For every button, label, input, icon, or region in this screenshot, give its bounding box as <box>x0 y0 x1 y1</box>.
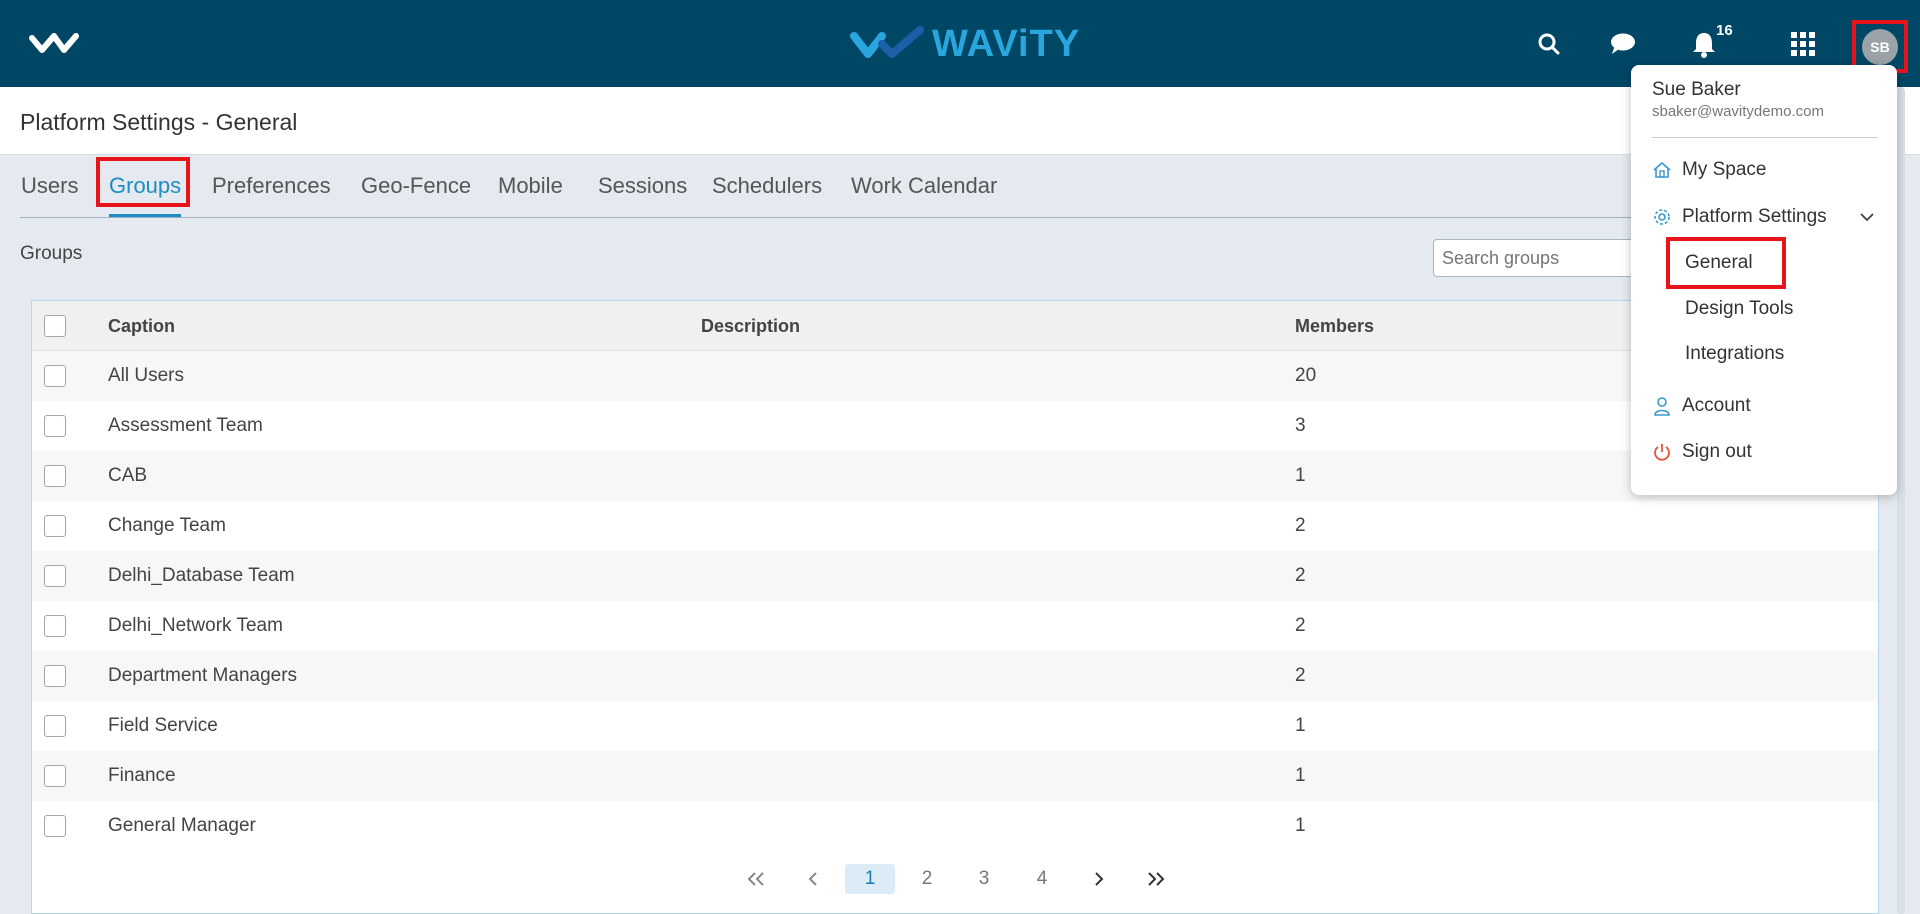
next-page-icon[interactable] <box>1074 864 1124 894</box>
menu-divider <box>1652 137 1878 138</box>
menu-item-label: My Space <box>1682 159 1767 180</box>
tab-mobile[interactable]: Mobile <box>498 173 563 199</box>
page-4-button[interactable]: 4 <box>1017 864 1067 894</box>
search-icon[interactable] <box>1531 26 1567 62</box>
page-2-button[interactable]: 2 <box>902 864 952 894</box>
cell-members: 1 <box>1295 765 1306 786</box>
cell-members: 2 <box>1295 515 1306 536</box>
cell-caption[interactable]: Assessment Team <box>108 415 263 437</box>
groups-table: Caption Description Members All Users 20… <box>31 300 1879 914</box>
cell-caption[interactable]: Delhi_Database Team <box>108 565 295 587</box>
active-tab-underline <box>109 214 181 217</box>
tab-sessions[interactable]: Sessions <box>598 173 687 199</box>
avatar[interactable]: SB <box>1862 28 1898 65</box>
cell-caption[interactable]: General Manager <box>108 815 256 837</box>
search-groups-input[interactable] <box>1433 239 1663 277</box>
previous-page-icon[interactable] <box>788 864 838 894</box>
cell-members: 1 <box>1295 815 1306 836</box>
tab-schedulers[interactable]: Schedulers <box>712 173 822 199</box>
cell-members: 2 <box>1295 615 1306 636</box>
cell-caption[interactable]: Field Service <box>108 715 218 737</box>
section-label: Groups <box>20 243 83 264</box>
row-checkbox[interactable] <box>44 665 66 687</box>
chat-icon[interactable] <box>1605 26 1641 62</box>
tab-work-calendar[interactable]: Work Calendar <box>851 173 997 199</box>
cell-members: 1 <box>1295 715 1306 736</box>
cell-members: 3 <box>1295 415 1306 436</box>
row-checkbox[interactable] <box>44 815 66 837</box>
user-icon <box>1652 396 1672 416</box>
cell-caption[interactable]: Delhi_Network Team <box>108 615 283 637</box>
home-icon <box>1652 160 1672 180</box>
row-checkbox[interactable] <box>44 765 66 787</box>
tab-users[interactable]: Users <box>21 173 78 199</box>
tab-preferences[interactable]: Preferences <box>212 173 331 199</box>
menu-item-account[interactable]: Account <box>1652 391 1751 421</box>
user-name: Sue Baker <box>1652 79 1741 100</box>
brand-logo: WAViTY <box>850 22 1080 66</box>
row-checkbox[interactable] <box>44 615 66 637</box>
first-page-icon[interactable] <box>731 864 781 894</box>
column-header-description[interactable]: Description <box>701 316 800 337</box>
apps-grid-icon[interactable] <box>1785 26 1821 62</box>
row-checkbox[interactable] <box>44 465 66 487</box>
notification-badge: 16 <box>1716 22 1733 39</box>
cell-caption[interactable]: Department Managers <box>108 665 297 687</box>
table-row[interactable]: General Manager 1 <box>32 801 1878 851</box>
menu-item-platform-settings[interactable]: Platform Settings <box>1652 202 1878 232</box>
tab-groups[interactable]: Groups <box>109 173 181 199</box>
brand-check-icon <box>850 26 924 58</box>
column-header-caption[interactable]: Caption <box>108 316 175 337</box>
cell-members: 2 <box>1295 565 1306 586</box>
row-checkbox[interactable] <box>44 565 66 587</box>
row-checkbox[interactable] <box>44 365 66 387</box>
power-icon <box>1652 442 1672 462</box>
submenu-item-design-tools[interactable]: Design Tools <box>1685 294 1793 324</box>
table-row[interactable]: CAB 1 <box>32 451 1878 501</box>
last-page-icon[interactable] <box>1131 864 1181 894</box>
cell-members: 2 <box>1295 665 1306 686</box>
page-title: Platform Settings - General <box>20 109 298 135</box>
menu-item-my-space[interactable]: My Space <box>1652 155 1766 185</box>
cell-members: 1 <box>1295 465 1306 486</box>
chevron-down-icon[interactable] <box>1858 208 1876 232</box>
submenu-item-integrations[interactable]: Integrations <box>1685 339 1784 369</box>
menu-item-label: Sign out <box>1682 441 1752 462</box>
row-checkbox[interactable] <box>44 415 66 437</box>
user-email: sbaker@wavitydemo.com <box>1652 103 1824 120</box>
table-row[interactable]: Change Team 2 <box>32 501 1878 551</box>
row-checkbox[interactable] <box>44 715 66 737</box>
column-header-members[interactable]: Members <box>1295 316 1374 337</box>
table-row[interactable]: Finance 1 <box>32 751 1878 801</box>
table-header: Caption Description Members <box>32 301 1878 351</box>
home-logo-icon[interactable] <box>28 28 88 60</box>
menu-item-label: Platform Settings <box>1682 206 1827 227</box>
table-row[interactable]: Delhi_Network Team 2 <box>32 601 1878 651</box>
cell-caption[interactable]: CAB <box>108 465 147 487</box>
select-all-checkbox[interactable] <box>44 315 66 337</box>
tab-geo-fence[interactable]: Geo-Fence <box>361 173 471 199</box>
menu-item-label: Account <box>1682 395 1751 416</box>
settings-tabs: Users Groups Preferences Geo-Fence Mobil… <box>20 155 1875 218</box>
page-scrollbar[interactable] <box>1897 87 1905 914</box>
cell-caption[interactable]: All Users <box>108 365 184 387</box>
table-row[interactable]: Delhi_Database Team 2 <box>32 551 1878 601</box>
gear-icon <box>1652 207 1672 227</box>
brand-name: WAViTY <box>932 22 1081 65</box>
table-row[interactable]: Department Managers 2 <box>32 651 1878 701</box>
page-1-button[interactable]: 1 <box>845 864 895 894</box>
cell-caption[interactable]: Finance <box>108 765 176 787</box>
user-menu-dropdown: Sue Baker sbaker@wavitydemo.com My Space… <box>1631 65 1897 495</box>
table-row[interactable]: Assessment Team 3 <box>32 401 1878 451</box>
submenu-item-general[interactable]: General <box>1685 248 1753 278</box>
table-row[interactable]: Field Service 1 <box>32 701 1878 751</box>
page-3-button[interactable]: 3 <box>959 864 1009 894</box>
cell-members: 20 <box>1295 365 1317 386</box>
row-checkbox[interactable] <box>44 515 66 537</box>
table-row[interactable]: All Users 20 <box>32 351 1878 401</box>
menu-item-sign-out[interactable]: Sign out <box>1652 437 1752 467</box>
cell-caption[interactable]: Change Team <box>108 515 226 537</box>
